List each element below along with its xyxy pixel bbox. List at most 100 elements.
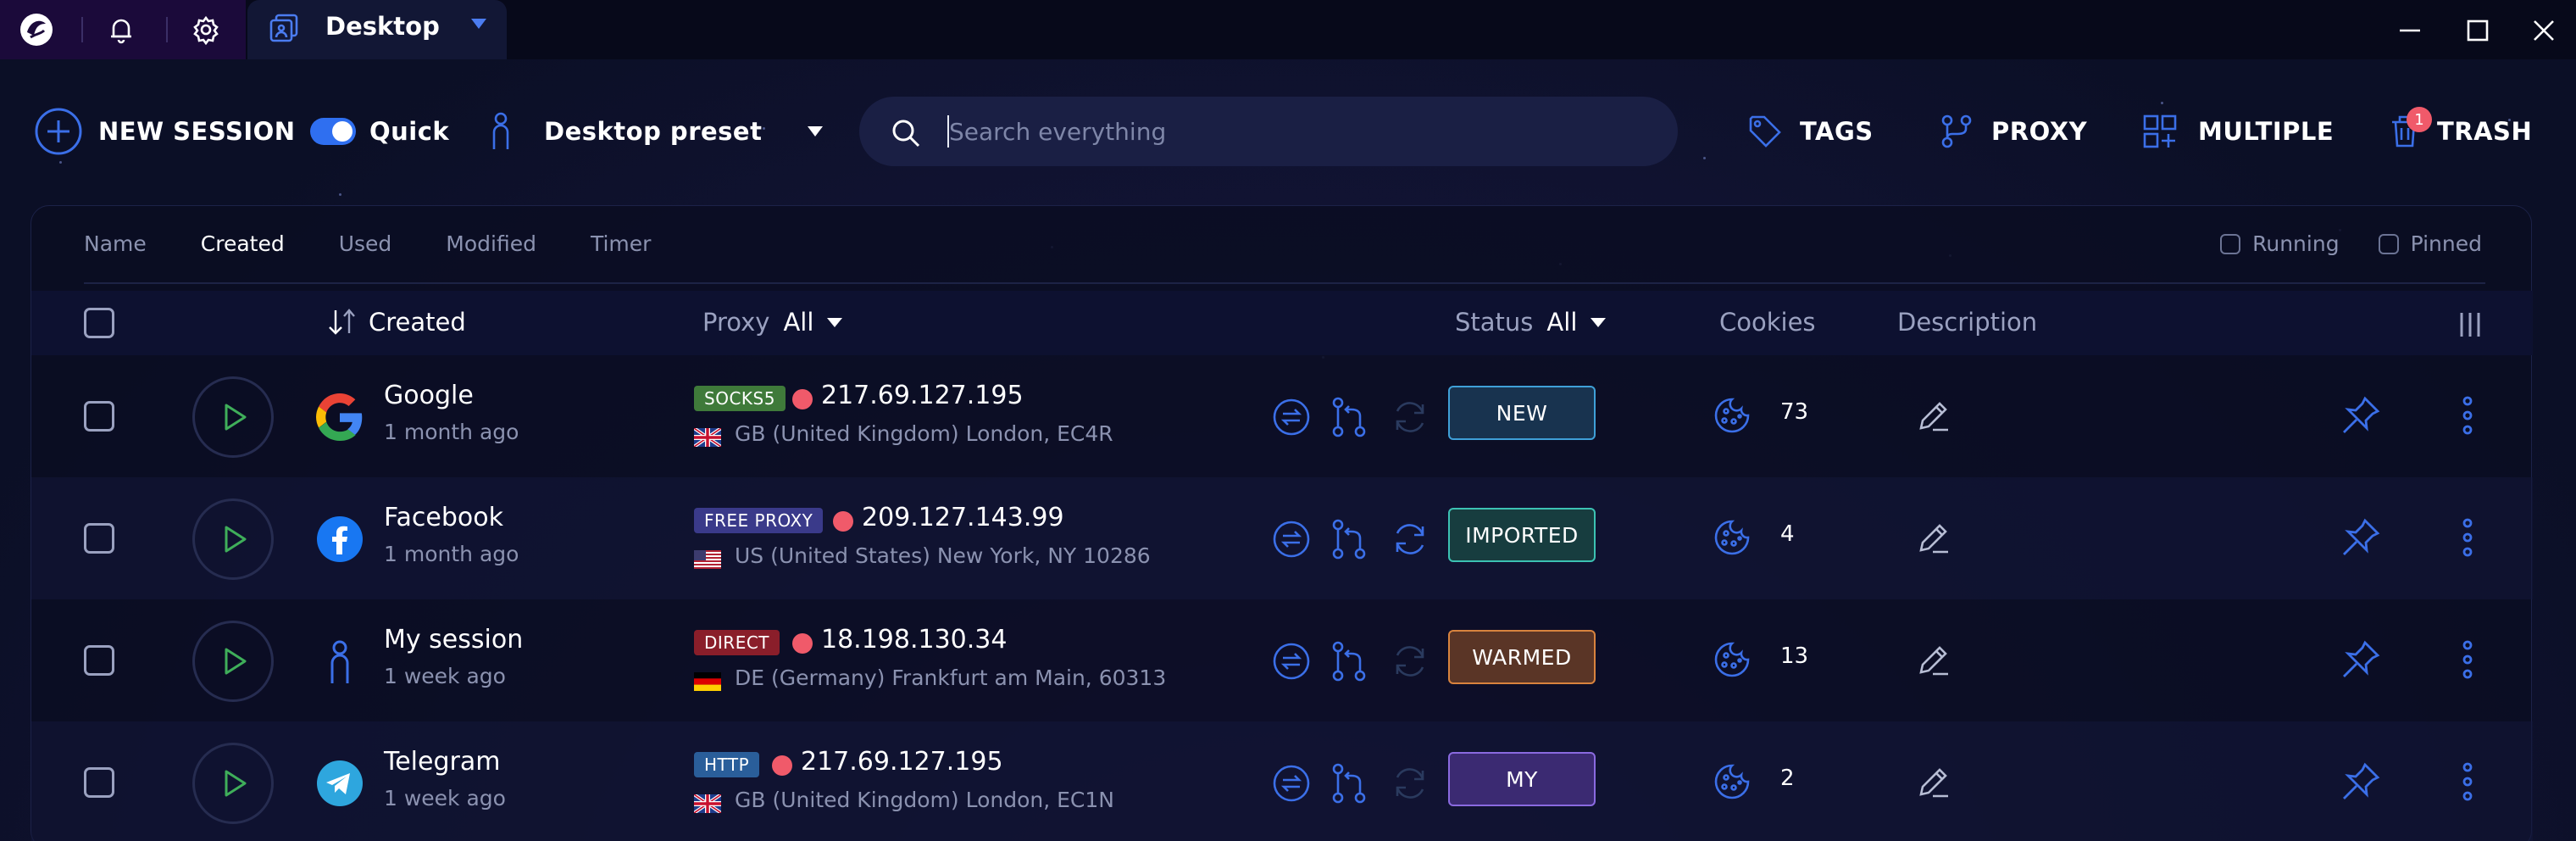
column-settings-icon[interactable]: [2455, 309, 2485, 343]
session-created-time: 1 month ago: [384, 542, 519, 566]
swap-proxy-icon[interactable]: [1270, 640, 1313, 682]
close-icon[interactable]: [2525, 12, 2562, 49]
tags-button[interactable]: TAGS: [1747, 93, 1874, 170]
session-row[interactable]: Facebook 1 month ago FREE PROXY 209.127.…: [31, 477, 2533, 599]
session-name[interactable]: Facebook: [384, 503, 503, 532]
play-button[interactable]: [192, 743, 274, 824]
session-name[interactable]: Google: [384, 381, 474, 410]
tab-sort-used[interactable]: Used: [339, 231, 392, 265]
created-column-header[interactable]: Created: [326, 308, 466, 337]
swap-proxy-icon[interactable]: [1270, 518, 1313, 560]
search-bar[interactable]: [859, 97, 1678, 166]
proxy-column-header[interactable]: Proxy All: [702, 308, 843, 337]
preset-dropdown[interactable]: Desktop preset: [486, 93, 824, 170]
new-session-button[interactable]: NEW SESSION: [34, 93, 296, 170]
proxy-branch-icon[interactable]: [1328, 640, 1370, 682]
refresh-icon[interactable]: [1389, 762, 1431, 805]
more-options-icon[interactable]: [2457, 638, 2479, 684]
edit-description-icon[interactable]: [1914, 762, 1953, 805]
session-row[interactable]: Google 1 month ago SOCKS5 217.69.127.195…: [31, 355, 2533, 477]
tab-sort-timer[interactable]: Timer: [591, 231, 651, 265]
quick-toggle[interactable]: [310, 118, 356, 145]
swap-proxy-icon[interactable]: [1270, 396, 1313, 438]
multiple-grid-icon: [2143, 114, 2177, 148]
pin-icon[interactable]: [2340, 394, 2382, 440]
pinned-label: Pinned: [2410, 231, 2482, 256]
divider: [84, 282, 2485, 284]
proxy-ip: 209.127.143.99: [862, 503, 1064, 532]
app-logo-icon[interactable]: [17, 10, 56, 49]
status-badge[interactable]: WARMED: [1448, 630, 1596, 684]
bell-icon[interactable]: [102, 10, 141, 49]
status-column-header[interactable]: Status All: [1455, 308, 1607, 337]
play-icon: [225, 404, 247, 431]
session-name[interactable]: My session: [384, 625, 523, 654]
minimize-icon[interactable]: [2391, 12, 2429, 49]
title-bar-left: [0, 0, 246, 59]
row-checkbox[interactable]: [84, 645, 114, 676]
uk-flag: [692, 793, 723, 815]
refresh-icon[interactable]: [1389, 640, 1431, 682]
play-button[interactable]: [192, 621, 274, 702]
swap-proxy-icon[interactable]: [1270, 762, 1313, 805]
more-options-icon[interactable]: [2457, 760, 2479, 806]
gear-icon[interactable]: [186, 10, 225, 49]
proxy-button[interactable]: PROXY: [1940, 93, 2087, 170]
maximize-icon[interactable]: [2459, 12, 2496, 49]
tab-desktop[interactable]: Desktop: [247, 0, 507, 59]
play-button[interactable]: [192, 376, 274, 458]
tab-sort-name[interactable]: Name: [84, 231, 147, 265]
session-row[interactable]: My session 1 week ago DIRECT 18.198.130.…: [31, 599, 2533, 721]
status-badge[interactable]: IMPORTED: [1448, 508, 1596, 562]
status-badge[interactable]: MY: [1448, 752, 1596, 806]
filter-checkboxes: Running Pinned: [2220, 231, 2482, 256]
proxy-type-badge: SOCKS5: [694, 386, 786, 411]
row-checkbox[interactable]: [84, 523, 114, 554]
edit-description-icon[interactable]: [1914, 640, 1953, 682]
session-name[interactable]: Telegram: [384, 747, 500, 777]
row-checkbox[interactable]: [84, 401, 114, 432]
multiple-button[interactable]: MULTIPLE: [2142, 93, 2334, 170]
search-input[interactable]: [949, 112, 1644, 151]
chevron-down-icon[interactable]: [471, 19, 486, 29]
proxy-status-dot: [833, 511, 853, 532]
running-label: Running: [2252, 231, 2340, 256]
refresh-icon[interactable]: [1389, 396, 1431, 438]
cookie-icon: [1713, 640, 1752, 682]
edit-description-icon[interactable]: [1914, 396, 1953, 438]
more-options-icon[interactable]: [2457, 394, 2479, 440]
pinned-checkbox[interactable]: [2378, 233, 2399, 254]
session-created-time: 1 week ago: [384, 786, 506, 810]
proxy-filter-value: All: [783, 308, 814, 337]
proxy-branch-icon[interactable]: [1328, 762, 1370, 805]
proxy-branch-icon[interactable]: [1328, 518, 1370, 560]
more-options-icon[interactable]: [2457, 516, 2479, 562]
proxy-branch-icon[interactable]: [1328, 396, 1370, 438]
play-icon: [225, 526, 247, 553]
session-row[interactable]: Telegram 1 week ago HTTP 217.69.127.195 …: [31, 721, 2533, 841]
tab-sort-created[interactable]: Created: [201, 231, 285, 265]
proxy-branch-icon: [1941, 114, 1972, 148]
sort-tabs: Name Created Used Modified Timer: [84, 231, 705, 265]
status-badge[interactable]: NEW: [1448, 386, 1596, 440]
proxy-type-badge: FREE PROXY: [694, 508, 824, 533]
select-all-checkbox[interactable]: [84, 308, 114, 338]
refresh-icon[interactable]: [1389, 518, 1431, 560]
multiple-label: MULTIPLE: [2198, 117, 2334, 146]
trash-button[interactable]: TRASH: [2390, 93, 2532, 170]
proxy-type-badge: DIRECT: [694, 630, 780, 655]
table-header: Created Proxy All Status All Cookies Des…: [31, 291, 2533, 355]
running-checkbox[interactable]: [2220, 233, 2241, 254]
proxy-location: US (United States) New York, NY 10286: [735, 543, 1151, 568]
chevron-down-icon: [808, 126, 824, 136]
play-button[interactable]: [192, 498, 274, 580]
pin-icon[interactable]: [2340, 638, 2382, 684]
play-icon: [225, 770, 247, 797]
edit-description-icon[interactable]: [1914, 518, 1953, 560]
row-checkbox[interactable]: [84, 767, 114, 798]
preset-label: Desktop preset: [544, 117, 763, 146]
trash-count-badge: 1: [2407, 107, 2432, 132]
pin-icon[interactable]: [2340, 516, 2382, 562]
pin-icon[interactable]: [2340, 760, 2382, 806]
tab-sort-modified[interactable]: Modified: [446, 231, 536, 265]
